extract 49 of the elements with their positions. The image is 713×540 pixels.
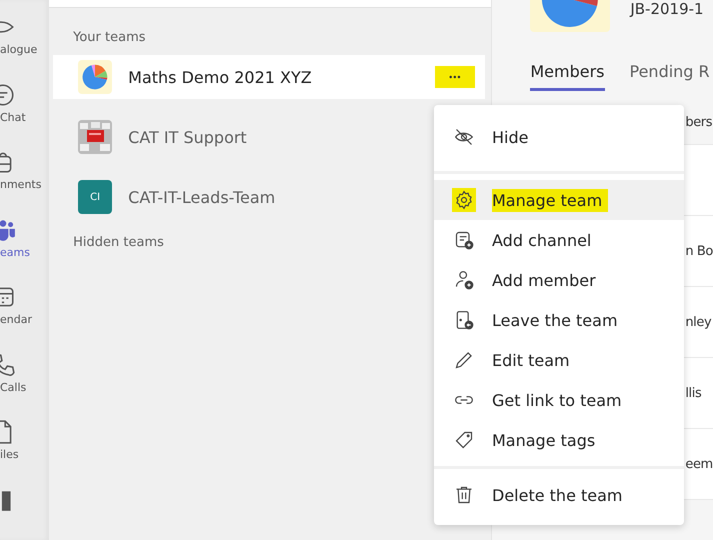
rail-item[interactable]: Chat: [0, 82, 50, 135]
menu-item[interactable]: Add member: [434, 260, 684, 300]
menu-item[interactable]: Manage tags: [434, 420, 684, 460]
team-name: CAT-IT-Leads-Team: [128, 188, 276, 206]
menu-item[interactable]: Hide: [434, 117, 684, 157]
menu-item[interactable]: Manage team: [434, 180, 684, 220]
rail-item[interactable]: Calls: [0, 352, 50, 405]
menu-label: Add member: [492, 270, 597, 292]
section-heading: Your teams: [73, 30, 146, 45]
menu-label: Leave the team: [492, 310, 619, 332]
menu-label: Manage team: [492, 188, 608, 212]
rail-item[interactable]: iles: [0, 419, 50, 472]
team-avatar: CI: [78, 180, 112, 214]
tab[interactable]: Members: [530, 60, 604, 91]
team-code: JB-2019-1: [630, 0, 704, 18]
section-heading: Hidden teams: [73, 235, 164, 250]
team-name: Maths Demo 2021 XYZ: [128, 68, 312, 86]
menu-label: Manage tags: [492, 430, 596, 452]
team-name: CAT IT Support: [128, 128, 247, 146]
member-name: n Bo: [685, 244, 713, 258]
rail-item[interactable]: alogue: [0, 14, 50, 68]
add-person-icon: [454, 270, 474, 290]
menu-item[interactable]: Leave the team: [434, 300, 684, 340]
menu-label: Delete the team: [492, 484, 624, 506]
gear-icon: [454, 190, 474, 210]
rail-item[interactable]: endar: [0, 284, 50, 338]
rail-item[interactable]: nments: [0, 149, 50, 202]
more-options-button[interactable]: •••: [435, 66, 476, 88]
team-item[interactable]: Maths Demo 2021 XYZ •••: [53, 55, 486, 99]
menu-item[interactable]: Get link to team: [434, 380, 684, 420]
add-channel-icon: [454, 230, 474, 250]
member-name: nley: [685, 314, 712, 330]
tab[interactable]: Pending R: [630, 60, 710, 91]
member-name: llis: [685, 386, 702, 400]
member-name: bers: [685, 114, 712, 130]
member-name: eem: [685, 456, 713, 472]
pencil-icon: [454, 350, 474, 370]
eye-slash-icon: [454, 127, 474, 147]
rail-item[interactable]: eams: [0, 216, 50, 270]
tag-icon: [454, 430, 474, 450]
menu-item[interactable]: Delete the team: [434, 475, 684, 515]
menu-label: Add channel: [492, 230, 592, 252]
trash-icon: [454, 485, 474, 505]
menu-label: Get link to team: [492, 390, 623, 412]
menu-label: Hide: [492, 126, 530, 148]
leave-door-icon: [454, 310, 474, 330]
menu-item[interactable]: Edit team: [434, 340, 684, 380]
menu-item[interactable]: Add channel: [434, 220, 684, 260]
menu-label: Edit team: [492, 350, 571, 372]
